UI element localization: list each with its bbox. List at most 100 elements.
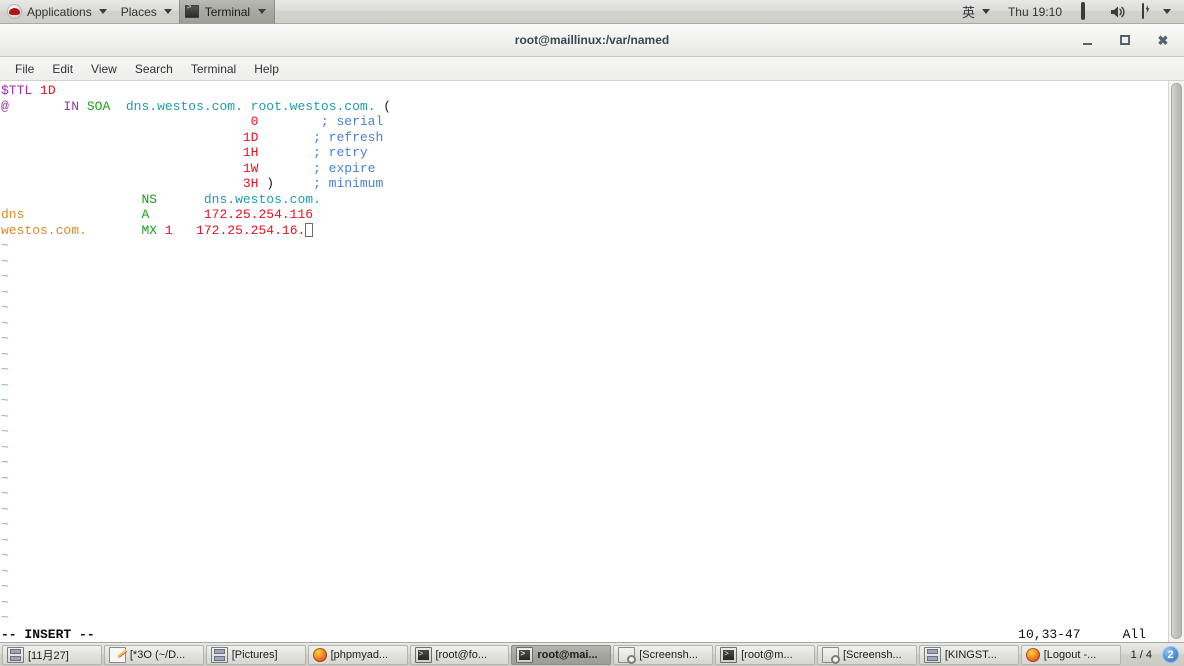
taskbar-button-6[interactable]: [Screensh... [613,644,714,665]
places-menu-label: Places [120,4,157,19]
input-method-label: 英 [961,5,975,20]
block-cursor [305,222,314,237]
vim-line: 0 ; serial [1,114,1168,130]
tilde-marker: ~ [1,470,9,486]
vim-line: westos.com. MX 1 172.25.254.16. [1,222,1168,239]
vim-token [1,145,243,160]
taskbar-button-4[interactable]: [root@fo... [409,644,510,665]
tilde-marker: ~ [1,517,9,532]
vim-token: MX [141,222,158,238]
workspace-pager[interactable]: 1 / 4 [1123,649,1160,661]
vim-line: 1W ; expire [1,161,1168,177]
terminal-body[interactable]: $TTL 1D @ IN SOA dns.westos.com. root.wes… [0,81,1184,643]
menu-view[interactable]: View [82,60,126,78]
taskbar: [11月27] [*3O (~/D... [Pictures] [phpmyad...… [0,642,1184,666]
taskbar-button-label: [root@fo... [435,648,488,661]
taskbar-button-label: [phpmyad... [330,648,389,661]
minimize-icon[interactable] [1078,31,1096,49]
window-title-bar[interactable]: root@maillinux:/var/named ✖ [0,24,1184,57]
terminal-scrollbar[interactable] [1168,81,1184,643]
cursor-position: 10,33-47 [1018,626,1081,642]
vim-empty-line: ~ [1,254,1168,270]
input-method-indicator[interactable]: 英 [955,0,997,24]
top-panel: Applications Places Terminal 英 Thu 19:10 [0,0,1184,24]
tilde-marker: ~ [1,377,9,393]
vim-token [157,223,165,238]
vim-token: ( [375,98,392,114]
vim-token: @ [1,98,9,114]
tilde-marker: ~ [1,594,9,610]
vim-token [9,99,64,114]
vim-empty-line: ~ [1,564,1168,580]
menu-terminal[interactable]: Terminal [182,60,245,78]
vim-token [157,192,204,207]
taskbar-button-0[interactable]: [11月27] [2,644,102,665]
vim-empty-line: ~ [1,378,1168,394]
display-indicator[interactable] [1073,0,1103,24]
chevron-down-icon [1163,9,1171,14]
taskbar-button-10[interactable]: [Logout -... [1020,644,1121,665]
workspace-badge[interactable]: 2 [1162,646,1180,663]
chevron-down-icon [98,9,107,14]
taskbar-button-8[interactable]: [Screensh... [817,644,917,665]
tilde-marker: ~ [1,253,9,269]
applications-menu[interactable]: Applications [0,0,114,24]
menu-edit[interactable]: Edit [43,60,82,78]
vim-empty-line: ~ [1,269,1168,285]
screenshot-icon [822,646,840,664]
taskbar-button-5[interactable]: root@mai... [511,644,612,665]
vim-empty-line: ~ [1,517,1168,533]
taskbar-button-7[interactable]: [root@m... [715,644,815,665]
taskbar-button-label: [KINGST... [944,648,997,661]
volume-indicator[interactable] [1103,0,1133,24]
vim-empty-line: ~ [1,393,1168,409]
vim-token [1,114,251,129]
close-icon[interactable]: ✖ [1154,31,1172,49]
vim-token: 172.25.254.116 [203,207,314,222]
tilde-marker: ~ [1,424,9,439]
vim-token: dns.westos.com. [203,191,321,207]
menu-help[interactable]: Help [245,60,288,78]
vim-line: 1H ; retry [1,145,1168,161]
vim-token [258,130,313,145]
vim-line: 3H ) ; minimum [1,176,1168,192]
vim-token: ) [258,176,275,191]
places-menu[interactable]: Places [114,0,179,24]
vim-token [258,145,313,160]
taskbar-button-label: [root@m... [741,648,793,661]
vim-token: dns.westos.com. root.westos.com. [125,98,376,114]
scrollbar-thumb[interactable] [1171,83,1182,639]
clock[interactable]: Thu 19:10 [997,0,1073,24]
tilde-marker: ~ [1,486,9,501]
display-icon [1080,1,1096,20]
volume-icon [1110,5,1126,19]
vim-line: @ IN SOA dns.westos.com. root.westos.com… [1,99,1168,115]
chevron-down-icon [258,9,267,14]
tilde-marker: ~ [1,439,9,455]
vim-token [258,161,313,176]
vim-empty-line: ~ [1,548,1168,564]
battery-indicator[interactable] [1133,0,1178,24]
menu-search[interactable]: Search [126,60,182,78]
vim-token: ; refresh [313,129,384,145]
terminal-icon [414,646,432,663]
vim-token: 1H [242,145,259,160]
taskbar-button-9[interactable]: [KINGST... [918,644,1019,665]
tilde-marker: ~ [1,501,9,517]
vim-status-right: 10,33-47 All [1018,627,1168,642]
tilde-marker: ~ [1,300,9,315]
vim-token [274,176,313,191]
window-menu-terminal[interactable]: Terminal [178,0,276,24]
taskbar-button-2[interactable]: [Pictures] [205,644,306,665]
vim-token [110,99,126,114]
vim-buffer[interactable]: $TTL 1D @ IN SOA dns.westos.com. root.wes… [0,81,1168,626]
tilde-marker: ~ [1,284,9,300]
tilde-marker: ~ [1,331,9,346]
vim-token [24,207,141,222]
drawer-icon [7,646,24,663]
taskbar-button-1[interactable]: [*3O (~/D... [103,644,204,665]
maximize-icon[interactable] [1116,31,1134,49]
taskbar-button-3[interactable]: [phpmyad... [307,644,408,665]
menu-file[interactable]: File [6,60,43,78]
vim-empty-line: ~ [1,486,1168,502]
